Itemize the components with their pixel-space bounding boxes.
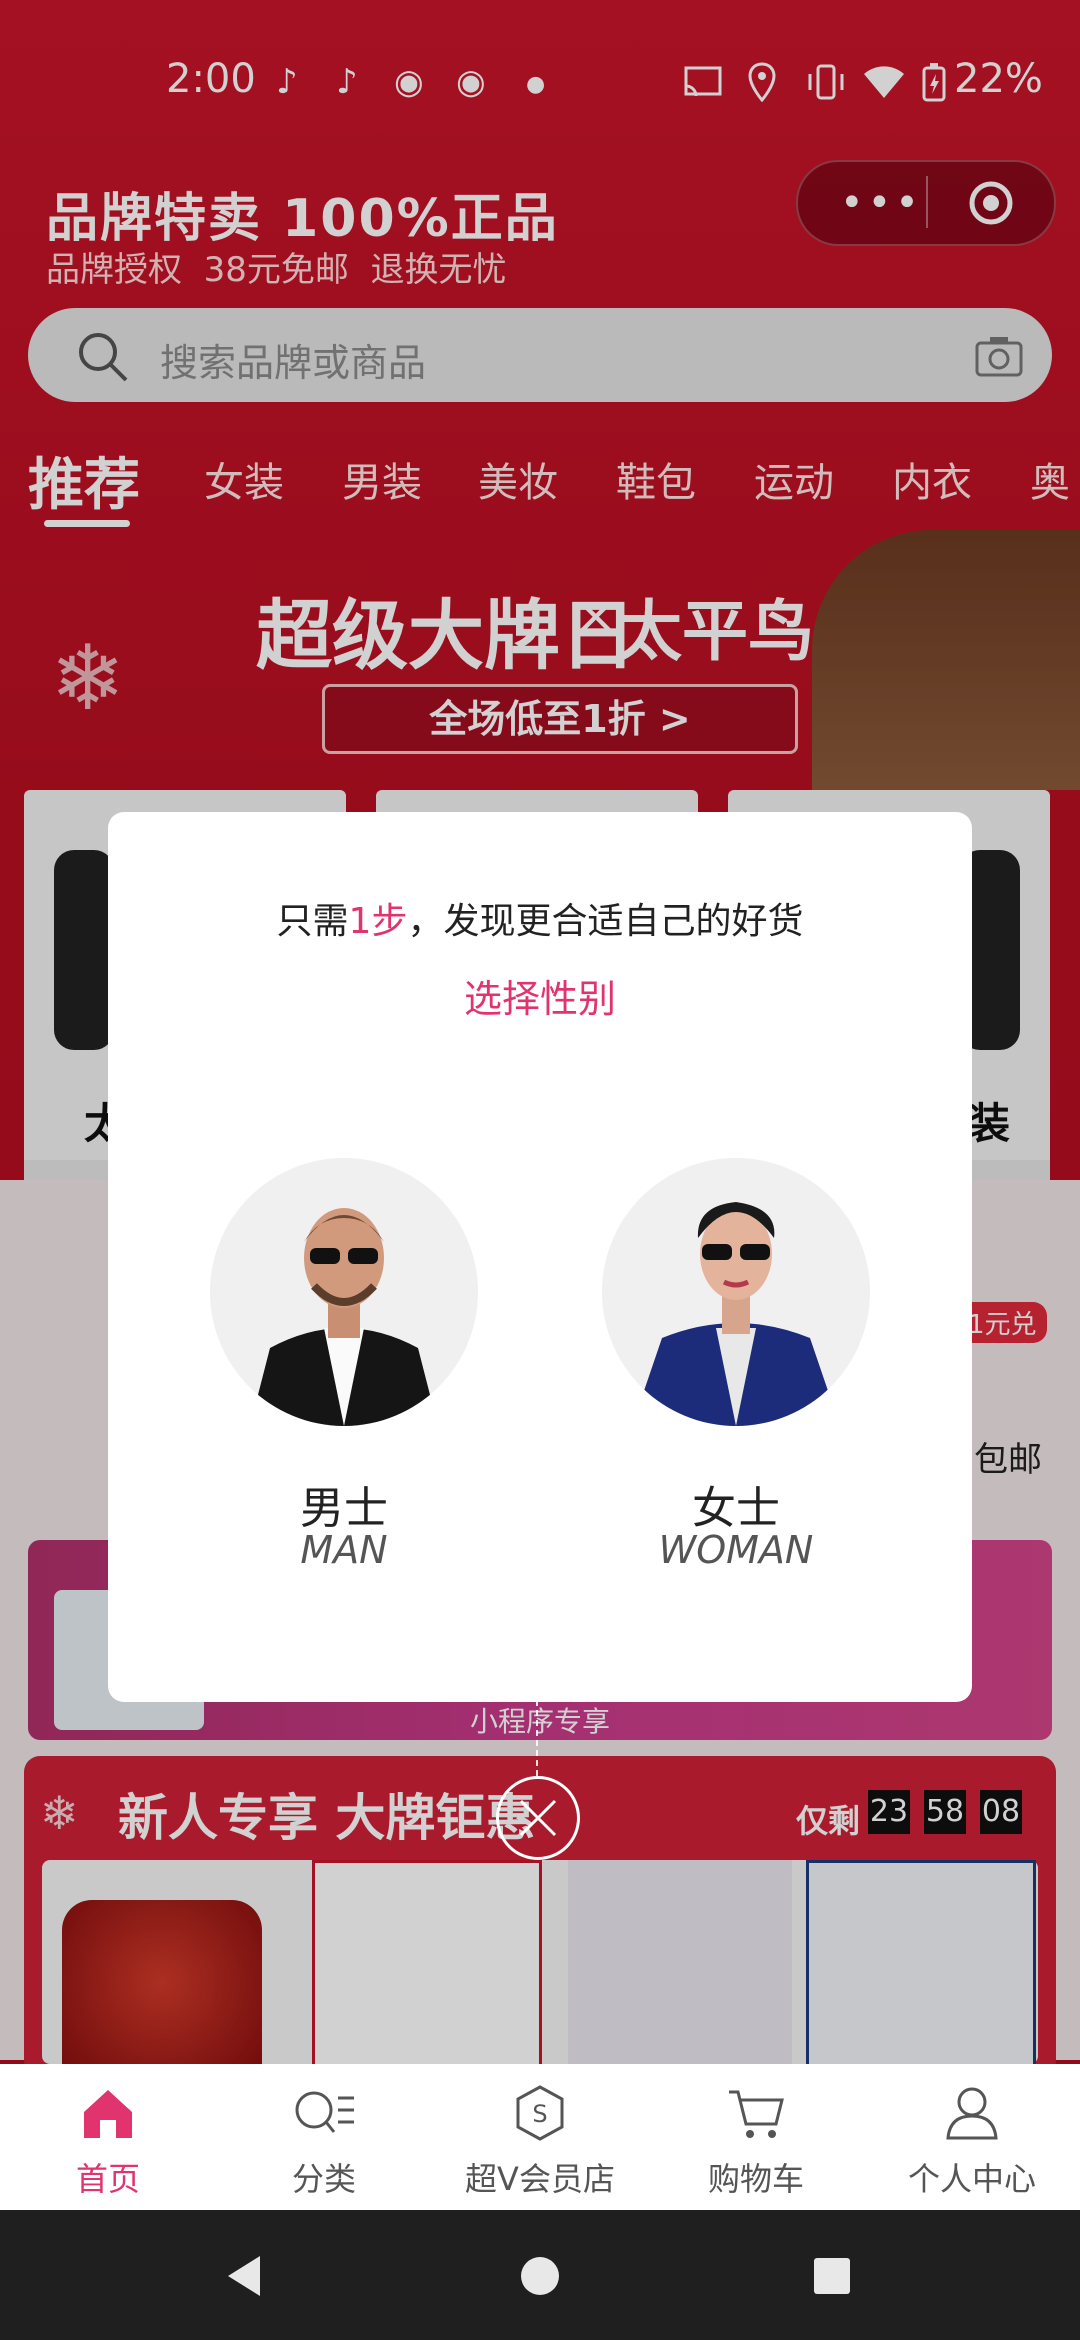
tabbar-label-vip: 超V会员店	[465, 2160, 615, 2198]
tabbar-label-cart: 购物车	[707, 2160, 804, 2198]
male-portrait	[250, 1208, 438, 1426]
gender-select-modal: 只需1步，发现更合适自己的好货 选择性别 男士 MAN 女士 WOMAN	[108, 812, 972, 1702]
category-icon	[295, 2091, 354, 2133]
modal-title: 只需1步，发现更合适自己的好货	[276, 901, 804, 942]
tabbar-label-category: 分类	[291, 2160, 356, 2198]
background-page: 2:00 ♪ ♪ ◉ ◉ ● 22% 品牌特卖 100%正品 品牌授权 38元免…	[0, 0, 1080, 2064]
close-connector	[536, 1700, 538, 1776]
tabbar-item-home[interactable]: 首页	[0, 2064, 216, 2210]
female-portrait	[632, 1202, 840, 1426]
svg-text:S: S	[532, 2100, 547, 2128]
tabbar-item-profile[interactable]: 个人中心	[864, 2064, 1080, 2210]
close-icon	[519, 1799, 557, 1837]
back-icon[interactable]	[224, 2254, 264, 2298]
cart-icon	[729, 2090, 784, 2138]
recents-icon[interactable]	[812, 2256, 852, 2296]
female-label-en[interactable]: WOMAN	[602, 1528, 870, 1572]
tabbar-item-vip[interactable]: S 超V会员店	[432, 2064, 648, 2210]
male-label-en[interactable]: MAN	[210, 1528, 478, 1572]
vip-store-icon: S	[516, 2085, 564, 2141]
tabbar-label-home: 首页	[75, 2160, 140, 2198]
close-button[interactable]	[496, 1776, 580, 1860]
profile-icon	[946, 2087, 998, 2140]
female-avatar[interactable]	[602, 1158, 870, 1426]
male-avatar[interactable]	[210, 1158, 478, 1426]
tabbar-item-category[interactable]: 分类	[216, 2064, 432, 2210]
home-nav-icon[interactable]	[520, 2256, 560, 2296]
tabbar-item-cart[interactable]: 购物车	[648, 2064, 864, 2210]
male-label[interactable]: 男士	[210, 1472, 478, 1536]
system-nav-bar	[0, 2210, 1080, 2340]
modal-subtitle: 选择性别	[463, 977, 616, 1021]
tabbar-label-profile: 个人中心	[907, 2160, 1036, 2198]
bottom-tab-bar: 首页 分类 S 超V会员店 购物车 个人中心	[0, 2064, 1080, 2210]
female-label[interactable]: 女士	[602, 1472, 870, 1536]
home-icon	[84, 2090, 132, 2138]
